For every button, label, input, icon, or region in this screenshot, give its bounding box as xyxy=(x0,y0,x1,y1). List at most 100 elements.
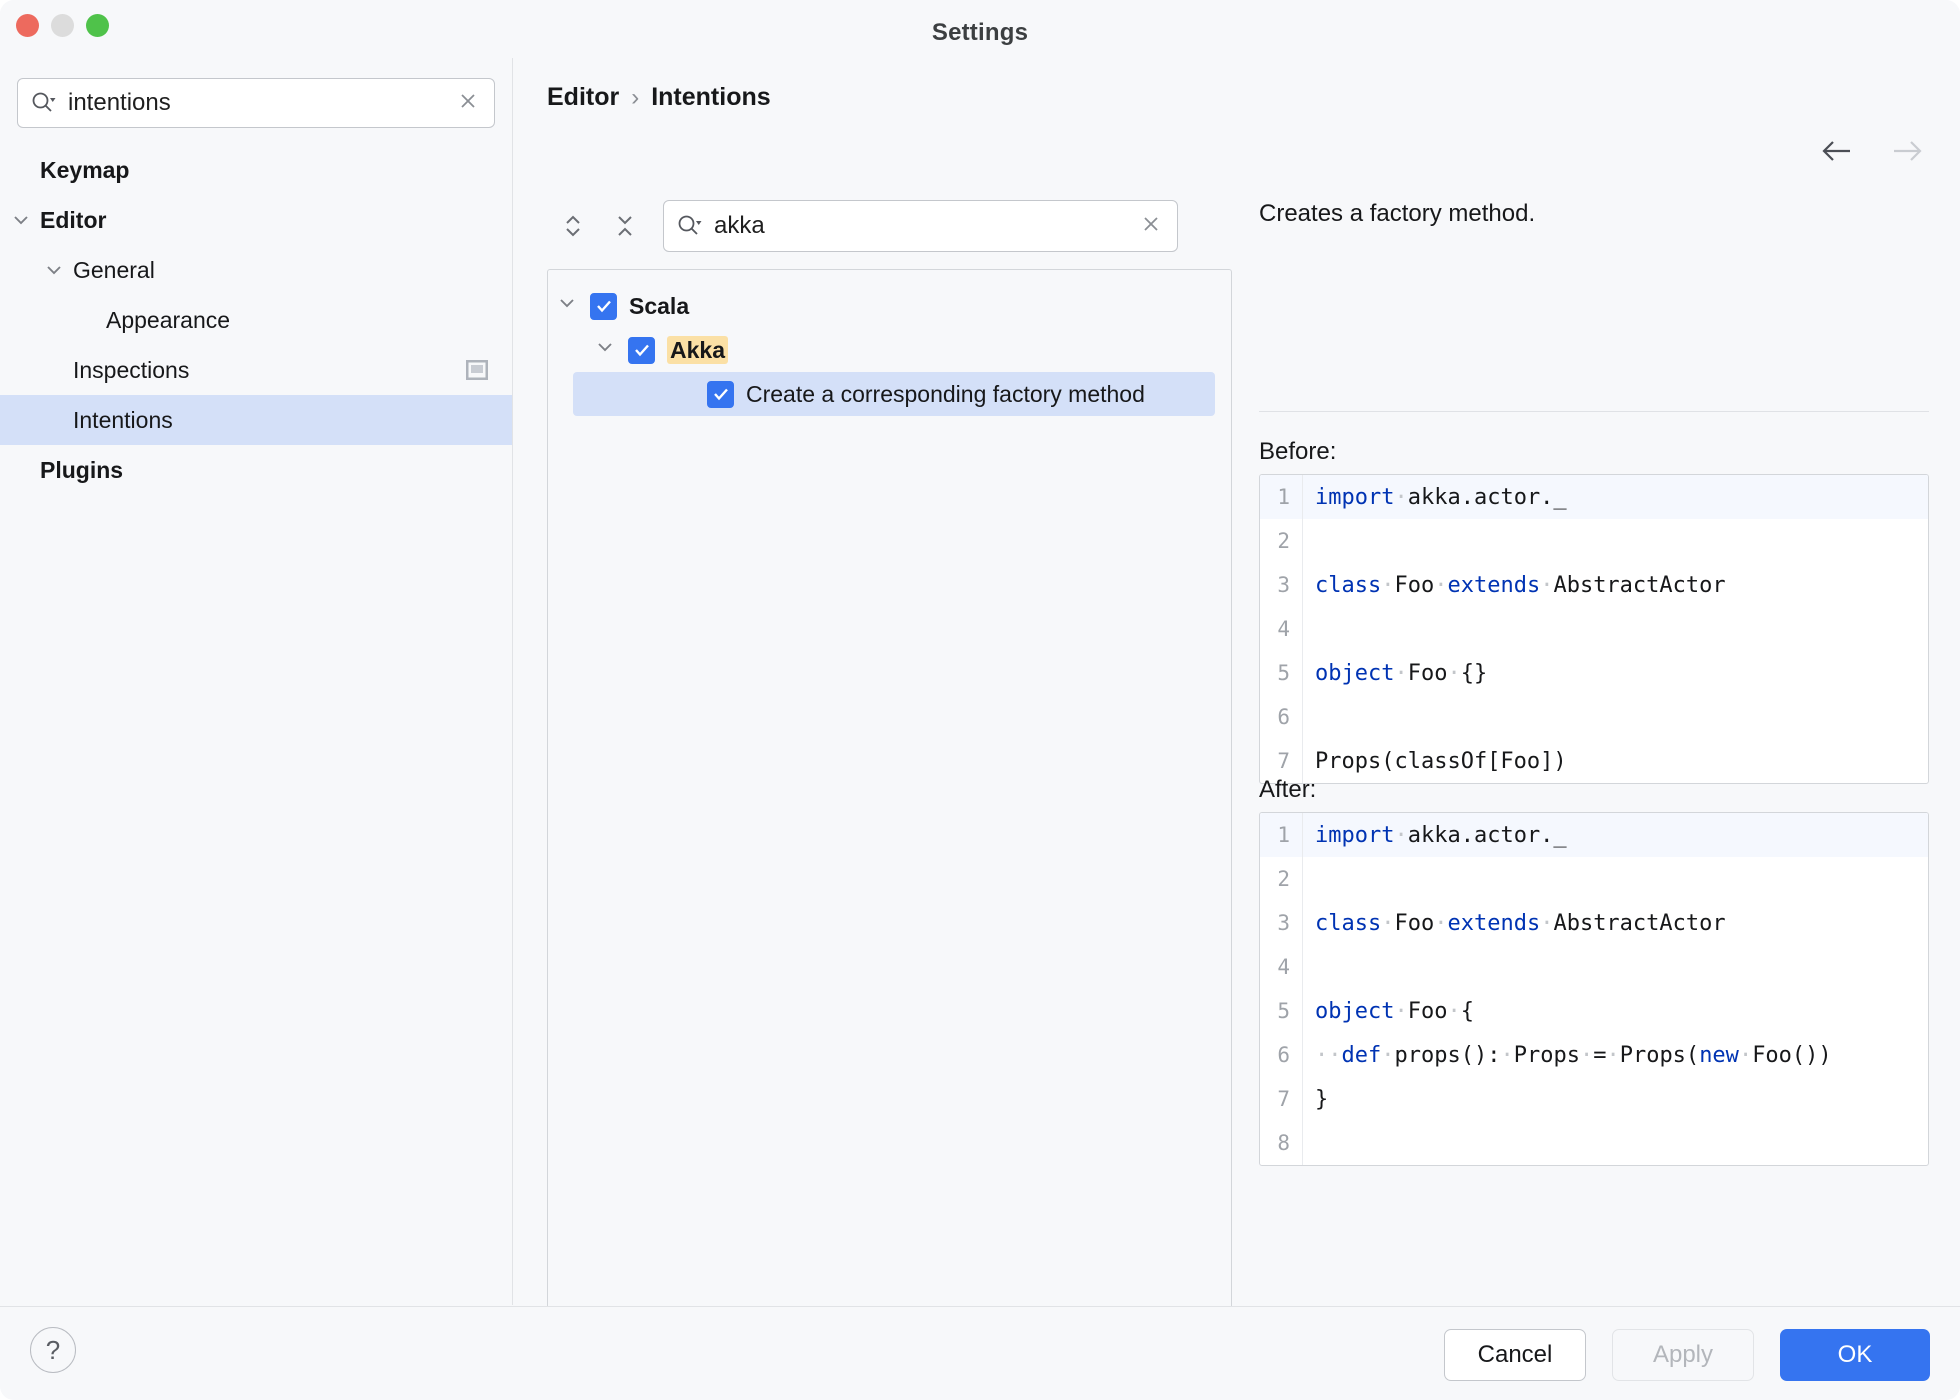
back-arrow-icon[interactable] xyxy=(1820,138,1856,169)
code-line: 3 class · Foo · extends · AbstractActor xyxy=(1260,901,1928,945)
intentions-toolbar: akka xyxy=(547,198,1232,254)
code-text: props(): xyxy=(1394,1042,1501,1068)
whitespace-dot: · xyxy=(1394,484,1408,510)
code-line: 2 xyxy=(1260,857,1928,901)
forward-arrow-icon xyxy=(1888,138,1924,169)
checkbox-checked-icon[interactable] xyxy=(590,292,617,320)
breadcrumb-parent[interactable]: Editor xyxy=(547,83,619,112)
sidebar-item-label: Keymap xyxy=(40,156,130,183)
sidebar-item-label: Plugins xyxy=(40,456,124,483)
whitespace-dot: ·· xyxy=(1315,1042,1342,1068)
breadcrumb-separator-icon: › xyxy=(631,83,640,111)
code-line-text: class · Foo · extends · AbstractActor xyxy=(1302,563,1928,607)
whitespace-dot: · xyxy=(1500,1042,1514,1068)
code-line-text: class · Foo · extends · AbstractActor xyxy=(1302,901,1928,945)
open-in-window-icon[interactable] xyxy=(465,359,489,386)
search-icon xyxy=(30,90,56,116)
code-text: Foo()) xyxy=(1752,1042,1832,1068)
line-number: 7 xyxy=(1277,1087,1290,1111)
line-number: 3 xyxy=(1277,911,1290,935)
help-icon[interactable]: ? xyxy=(30,1327,76,1373)
dialog-footer: ? Cancel Apply OK xyxy=(0,1306,1960,1400)
chevron-down-icon[interactable] xyxy=(556,292,578,320)
sidebar-search-box[interactable]: intentions xyxy=(17,78,495,128)
minimize-button[interactable] xyxy=(51,14,74,37)
apply-button: Apply xyxy=(1612,1329,1754,1381)
code-line: 1 import · akka.actor._ xyxy=(1260,813,1928,857)
cancel-button[interactable]: Cancel xyxy=(1444,1329,1586,1381)
clear-icon[interactable] xyxy=(456,89,480,118)
settings-window: Settings intentions Keymap Editor Genera… xyxy=(0,0,1960,1400)
code-line-text: import · akka.actor._ xyxy=(1302,475,1928,519)
line-number: 5 xyxy=(1277,999,1290,1023)
chevron-down-icon[interactable] xyxy=(594,336,616,364)
code-text: Foo xyxy=(1394,910,1435,936)
whitespace-dot: · xyxy=(1606,1042,1620,1068)
intentions-tree-node[interactable]: Scala xyxy=(548,284,1231,328)
before-code-block: 1 import · akka.actor._ 2 3 class · Foo · extends ·… xyxy=(1259,474,1929,784)
code-text: Foo xyxy=(1407,660,1448,686)
code-line-text: object · Foo ·{} xyxy=(1302,651,1928,695)
sidebar-item-inspections[interactable]: Inspections xyxy=(0,345,512,395)
code-line: 6 xyxy=(1260,695,1928,739)
close-button[interactable] xyxy=(16,14,39,37)
code-text: } xyxy=(1315,1086,1329,1112)
clear-icon[interactable] xyxy=(1139,212,1163,241)
code-text: akka.actor._ xyxy=(1407,484,1567,510)
code-text: AbstractActor xyxy=(1553,572,1726,598)
intentions-panel: akka Scala Akka Create a corresponding fac… xyxy=(547,198,1232,1309)
code-text: Props( xyxy=(1619,1042,1700,1068)
sidebar-item-label: Editor xyxy=(40,206,107,233)
sidebar-item-appearance[interactable]: Appearance xyxy=(0,295,512,345)
sidebar-item-general[interactable]: General xyxy=(0,245,512,295)
code-text: = xyxy=(1593,1042,1607,1068)
whitespace-dot: · xyxy=(1447,998,1461,1024)
intentions-search-input[interactable]: akka xyxy=(714,214,1139,238)
sidebar-item-intentions[interactable]: Intentions xyxy=(0,395,512,445)
line-number: 6 xyxy=(1277,705,1290,729)
button-label: OK xyxy=(1837,1341,1873,1368)
intentions-tree-node[interactable]: Akka xyxy=(548,328,1231,372)
sidebar-item-label: Inspections xyxy=(73,356,190,383)
preview-divider xyxy=(1259,411,1929,412)
line-number: 2 xyxy=(1277,529,1290,553)
traffic-lights xyxy=(16,14,109,37)
intentions-tree: Scala Akka Create a corresponding factory … xyxy=(547,269,1232,1309)
sidebar-search-input[interactable]: intentions xyxy=(68,91,456,115)
code-text: Props(classOf[Foo]) xyxy=(1315,748,1567,774)
code-line-text: import · akka.actor._ xyxy=(1302,813,1928,857)
code-line: 5 object · Foo ·{ xyxy=(1260,989,1928,1033)
whitespace-dot: · xyxy=(1738,1042,1753,1068)
intentions-tree-node[interactable]: Create a corresponding factory method xyxy=(573,372,1215,416)
sidebar-item-editor[interactable]: Editor xyxy=(0,195,512,245)
settings-sidebar: intentions Keymap Editor General Appearance… xyxy=(0,58,513,1305)
zoom-button[interactable] xyxy=(86,14,109,37)
chevron-down-icon[interactable] xyxy=(43,259,65,281)
code-text: AbstractActor xyxy=(1553,910,1726,936)
code-keyword: import xyxy=(1315,822,1395,848)
sidebar-item-keymap[interactable]: Keymap xyxy=(0,145,512,195)
code-keyword: class xyxy=(1315,572,1382,598)
sidebar-item-plugins[interactable]: Plugins xyxy=(0,445,512,495)
expand-all-icon[interactable] xyxy=(547,200,599,252)
whitespace-dot: · xyxy=(1394,998,1408,1024)
code-line: 1 import · akka.actor._ xyxy=(1260,475,1928,519)
line-number: 7 xyxy=(1277,749,1290,773)
code-line-text: } xyxy=(1302,1077,1928,1121)
intentions-search-box[interactable]: akka xyxy=(663,200,1178,252)
sidebar-item-label: Intentions xyxy=(73,406,173,433)
sidebar-item-label: Appearance xyxy=(106,306,231,333)
whitespace-dot: · xyxy=(1579,1042,1594,1068)
breadcrumb-current: Intentions xyxy=(651,83,771,111)
intentions-tree-label: Create a corresponding factory method xyxy=(746,380,1145,407)
code-line-text: ·· def · props(): · Props · = · Props(new · Foo()) xyxy=(1302,1033,1928,1077)
window-title: Settings xyxy=(931,19,1029,46)
checkbox-checked-icon[interactable] xyxy=(628,336,655,364)
intention-description: Creates a factory method. xyxy=(1259,200,1536,227)
code-line-text xyxy=(1302,857,1928,901)
checkbox-checked-icon[interactable] xyxy=(707,380,734,408)
before-label: Before: xyxy=(1259,438,1337,465)
collapse-all-icon[interactable] xyxy=(599,200,651,252)
ok-button[interactable]: OK xyxy=(1780,1329,1930,1381)
chevron-down-icon[interactable] xyxy=(10,209,32,231)
